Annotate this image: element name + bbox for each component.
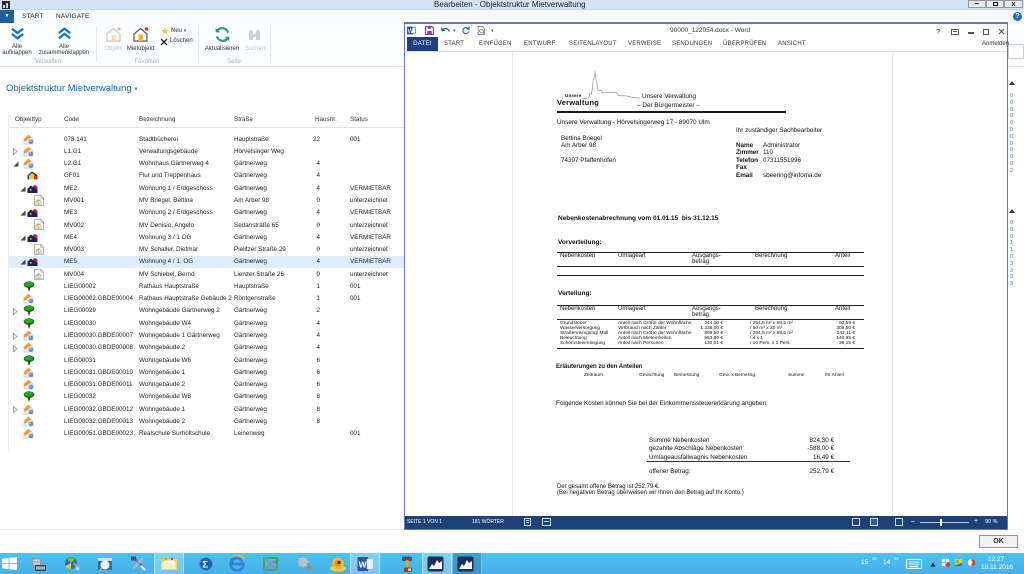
svg-text:W: W [359, 560, 368, 570]
svg-text:Σ: Σ [202, 559, 208, 570]
svg-text:W: W [408, 28, 414, 35]
